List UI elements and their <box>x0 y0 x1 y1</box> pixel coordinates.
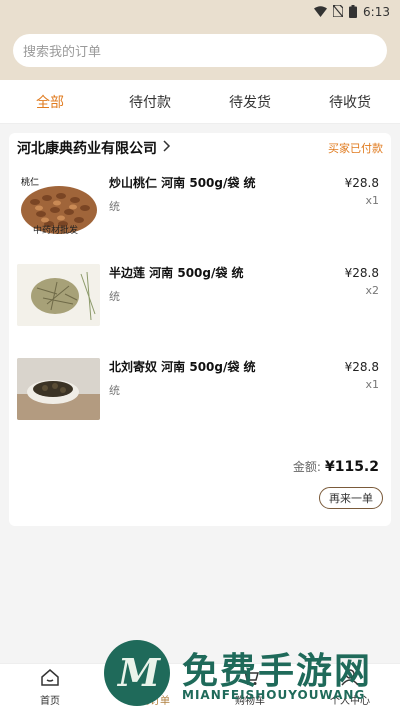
battery-icon <box>349 4 358 20</box>
order-item[interactable]: 桃仁 中药材批发 炒山桃仁 河南 500g/袋 统 统 ¥28.8 x1 <box>17 174 383 254</box>
product-spec: 统 <box>109 290 120 303</box>
order-card-header: 河北康典药业有限公司 买家已付款 <box>9 133 391 163</box>
watermark-title: 免费手游网 <box>182 651 373 692</box>
chevron-right-icon <box>163 140 171 156</box>
nav-home[interactable]: 首页 <box>0 664 100 711</box>
clock: 6:13 <box>363 5 390 19</box>
order-item[interactable]: 北刘寄奴 河南 500g/袋 统 统 ¥28.8 x1 <box>17 358 383 438</box>
rebuy-button[interactable]: 再来一单 <box>319 487 383 509</box>
product-image-label: 桃仁 <box>21 178 40 188</box>
store-link[interactable]: 河北康典药业有限公司 <box>17 138 171 158</box>
search-placeholder: 搜索我的订单 <box>23 45 102 60</box>
product-image <box>17 358 100 420</box>
order-tabs: 全部 待付款 待发货 待收货 <box>0 80 400 124</box>
store-name: 河北康典药业有限公司 <box>17 141 157 157</box>
status-bar: 6:13 <box>0 0 400 24</box>
product-quantity: x2 <box>365 284 379 297</box>
watermark-logo: M <box>104 640 170 706</box>
product-spec: 统 <box>109 384 120 397</box>
tab-pending-receipt[interactable]: 待收货 <box>300 92 400 112</box>
tab-pending-payment[interactable]: 待付款 <box>100 92 200 112</box>
search-input[interactable]: 搜索我的订单 <box>13 34 387 67</box>
product-price: ¥28.8 <box>344 360 379 374</box>
wifi-icon <box>314 5 328 19</box>
total-amount: ¥115.2 <box>324 459 379 475</box>
product-image: 桃仁 中药材批发 <box>17 174 100 236</box>
total-label: 金额: <box>292 460 321 474</box>
watermark: M 免费手游网 MIANFEISHOUYOUWANG <box>104 640 400 710</box>
product-name: 北刘寄奴 河南 500g/袋 统 <box>109 360 256 374</box>
order-card[interactable]: 河北康典药业有限公司 买家已付款 桃仁 中药材批发 炒山桃仁 河南 500g/袋… <box>9 133 391 526</box>
product-spec: 统 <box>109 200 120 213</box>
product-price: ¥28.8 <box>344 176 379 190</box>
home-icon <box>41 668 59 689</box>
tab-all[interactable]: 全部 <box>0 92 100 112</box>
header: 6:13 搜索我的订单 <box>0 0 400 80</box>
product-quantity: x1 <box>365 194 379 207</box>
order-item[interactable]: 半边莲 河南 500g/袋 统 统 ¥28.8 x2 <box>17 264 383 344</box>
order-total: 金额: ¥115.2 <box>293 458 379 475</box>
order-status: 买家已付款 <box>328 142 383 155</box>
product-name: 炒山桃仁 河南 500g/袋 统 <box>109 176 256 190</box>
product-price: ¥28.8 <box>344 266 379 280</box>
product-name: 半边莲 河南 500g/袋 统 <box>109 266 244 280</box>
watermark-subtitle: MIANFEISHOUYOUWANG <box>182 688 366 702</box>
product-quantity: x1 <box>365 378 379 391</box>
product-image-caption: 中药材批发 <box>33 226 79 236</box>
tab-pending-shipment[interactable]: 待发货 <box>200 92 300 112</box>
product-image <box>17 264 100 326</box>
nav-label: 首页 <box>40 695 60 707</box>
no-sim-icon <box>332 4 344 19</box>
